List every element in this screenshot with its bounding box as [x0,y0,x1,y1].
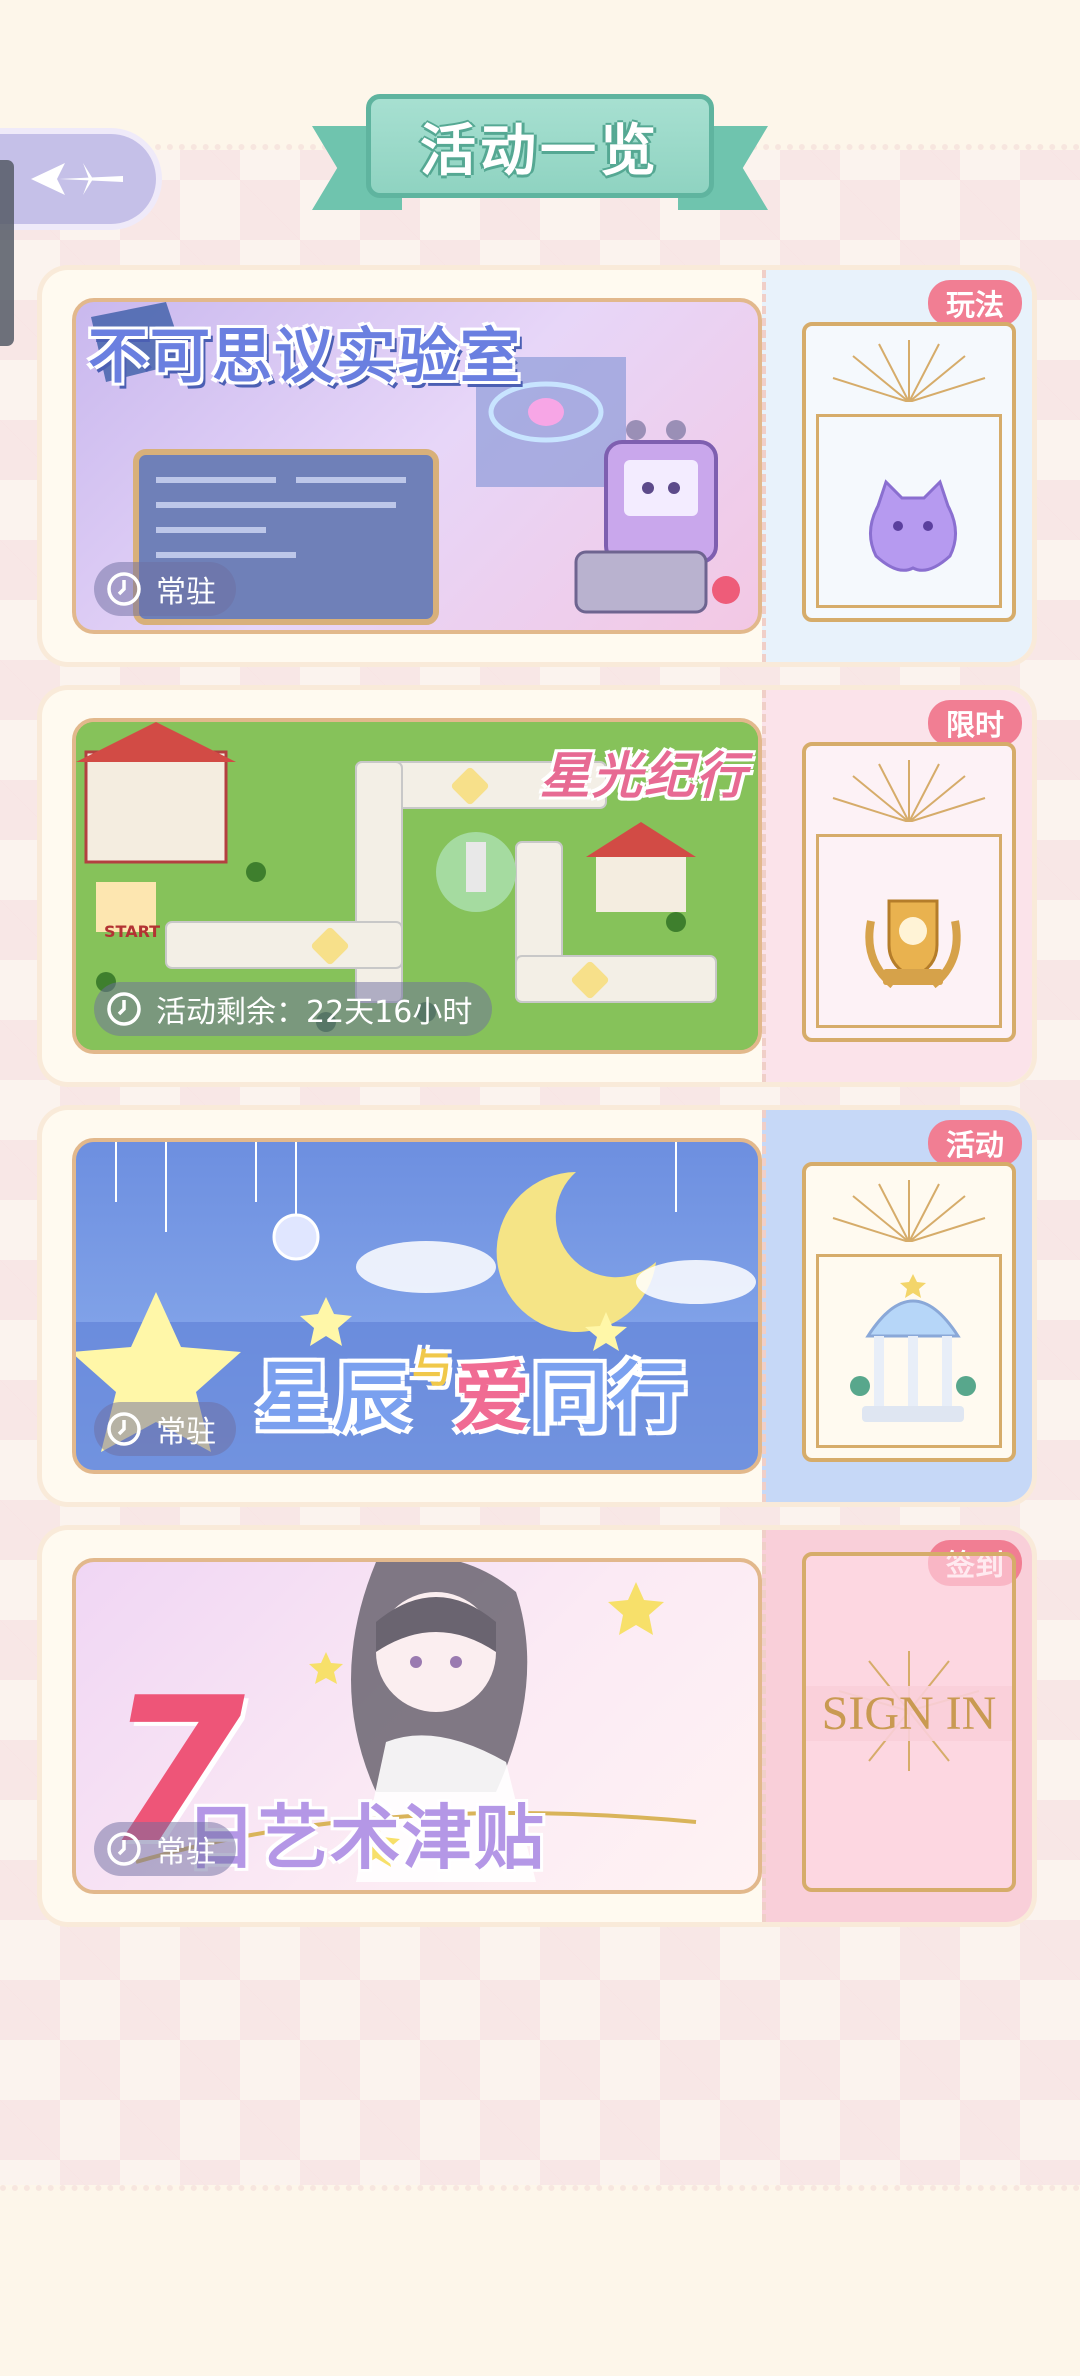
banner-title: 星光纪行 [540,747,748,805]
page-title: 活动一览 [420,118,660,184]
banner-title: 不可思议实验室 [88,322,522,392]
banner-title-text: 日艺术津贴 [186,1797,546,1879]
activity-card-starry-love[interactable]: 星辰与爱同行 常驻 活动 [42,1110,1032,1502]
status-badge: 常驻 [94,562,236,616]
stub-frame [802,322,1016,622]
status-badge: 常驻 [94,1402,236,1456]
banner-title-part-3: 爱 [454,1353,532,1442]
stub-frame [802,742,1016,1042]
tag-badge: 限时 [927,700,1022,746]
tag-badge: 玩法 [927,280,1022,326]
status-text: 常驻 [156,575,216,610]
sunburst-icon [832,760,986,822]
banner-title-part-2: 与 [412,1346,454,1392]
svg-text:START: START [104,922,160,941]
status-text: 常驻 [156,1835,216,1870]
gazebo-icon [850,1274,976,1422]
activity-card-lab[interactable]: 不可思议实验室 常驻 玩法 [42,270,1032,662]
status-text: 常驻 [156,1415,216,1450]
clock-icon [107,992,141,1026]
card-stub[interactable]: 签到 SIGN IN [762,1530,1032,1922]
clock-icon [107,1412,141,1446]
back-arrow-icon [31,163,123,195]
activity-card-starlight[interactable]: START 星光纪行 活动剩余：22天16小时 限时 [42,690,1032,1082]
sunburst-icon [832,340,986,402]
card-banner[interactable]: 不可思议实验室 常驻 [72,298,762,634]
clock-icon [107,1832,141,1866]
stub-frame [802,1162,1016,1462]
banner-title-part-4: 同行 [532,1353,688,1442]
card-stub[interactable]: 活动 [762,1110,1032,1502]
sign-in-label: SIGN IN [806,1686,1012,1741]
status-badge: 活动剩余：22天16小时 [94,982,493,1036]
card-banner[interactable]: 星辰与爱同行 常驻 [72,1138,762,1474]
card-stub[interactable]: 限时 [762,690,1032,1082]
clock-icon [107,572,141,606]
side-drawer-handle[interactable] [0,160,14,346]
sunburst-icon [832,1180,986,1242]
status-text: 活动剩余：22天16小时 [156,995,473,1030]
banner-title-part-1: 星辰 [256,1353,412,1442]
crest-emblem-icon [865,899,961,989]
card-stub[interactable]: 玩法 [762,270,1032,662]
bottom-band [0,2185,1080,2376]
card-banner[interactable]: 7 日艺术津贴 常驻 [72,1558,762,1894]
card-banner[interactable]: START 星光纪行 活动剩余：22天16小时 [72,718,762,1054]
banner-title: 星辰与爱同行 [256,1336,688,1446]
title-ribbon: 活动一览 [312,86,768,226]
back-button[interactable] [0,128,162,230]
activity-card-art-allowance[interactable]: 7 日艺术津贴 常驻 签到 SIGN IN [42,1530,1032,1922]
status-badge: 常驻 [94,1822,236,1876]
purple-cat-icon [869,479,957,572]
tag-badge: 活动 [927,1120,1022,1166]
stub-frame: SIGN IN [802,1552,1016,1892]
ribbon-main: 活动一览 [366,94,714,198]
